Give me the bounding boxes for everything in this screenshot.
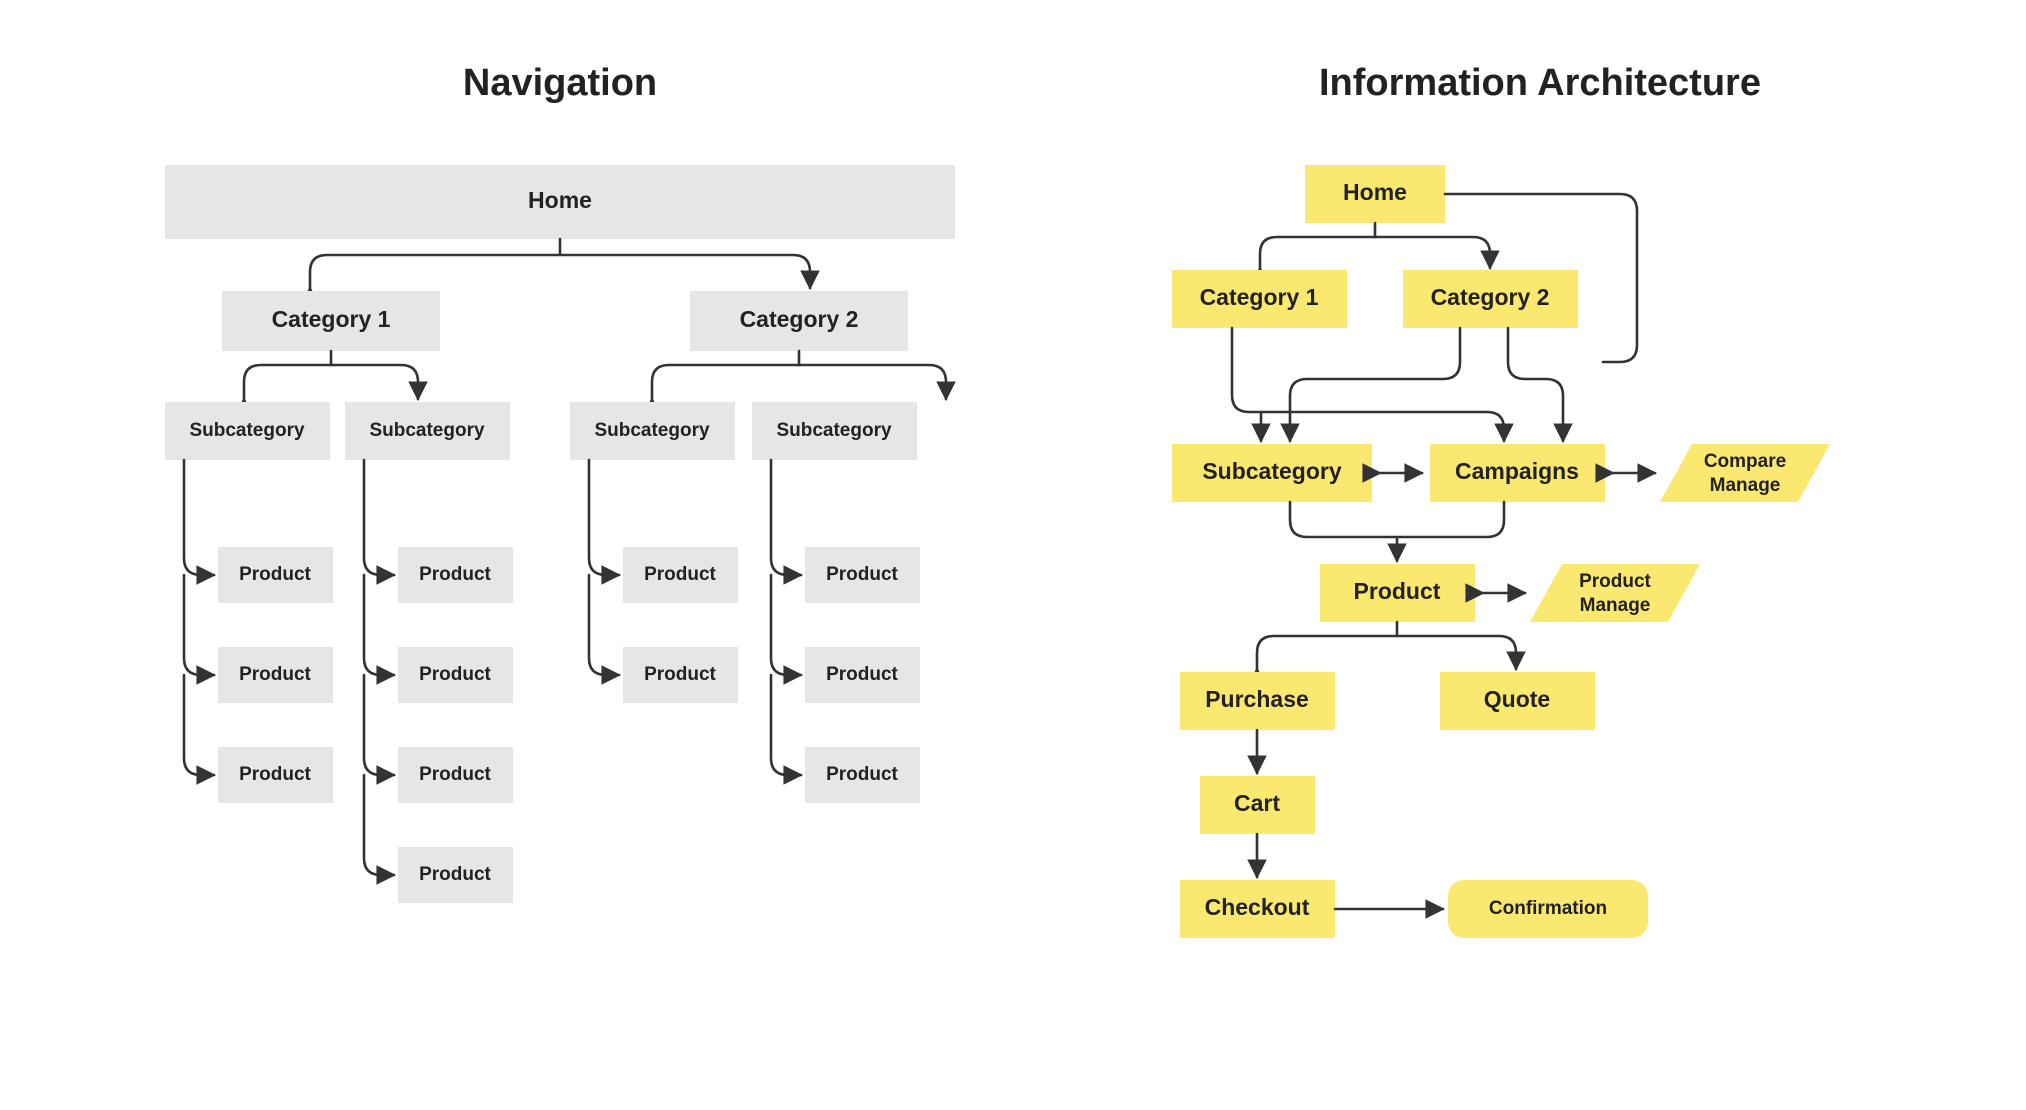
connector [184, 460, 214, 575]
ia-purchase-label: Purchase [1205, 686, 1309, 712]
nav-sub-2: Subcategory [345, 402, 510, 460]
nav-sub-3: Subcategory [570, 402, 735, 460]
ia-cat2-label: Category 2 [1431, 284, 1550, 310]
nav-prod: Product [218, 747, 333, 803]
connector [1290, 328, 1460, 441]
navigation-title: Navigation [463, 62, 657, 104]
nav-prod: Product [398, 847, 513, 903]
ia-panel: Information Architecture Home Category 1… [1172, 62, 1830, 938]
nav-cat1: Category 1 [222, 291, 440, 351]
ia-home: Home [1305, 165, 1445, 223]
ia-cart: Cart [1200, 776, 1315, 834]
connector [364, 775, 394, 875]
ia-quote-label: Quote [1484, 686, 1550, 712]
product-label: Product [239, 764, 311, 785]
nav-sub-4: Subcategory [752, 402, 917, 460]
ia-confirmation: Confirmation [1448, 880, 1648, 938]
nav-prod: Product [805, 547, 920, 603]
nav-col-1: Product Product Product [184, 460, 333, 803]
ia-purchase: Purchase [1180, 672, 1335, 730]
nav-prod: Product [805, 747, 920, 803]
nav-home: Home [165, 165, 955, 239]
connector [244, 365, 418, 399]
ia-cart-label: Cart [1234, 790, 1280, 816]
product-label: Product [826, 764, 898, 785]
ia-cat1-label: Category 1 [1200, 284, 1319, 310]
ia-cat1: Category 1 [1172, 270, 1347, 328]
nav-prod: Product [398, 747, 513, 803]
nav-prod: Product [398, 547, 513, 603]
nav-col-2: Product Product Product Product [364, 460, 513, 903]
ia-cmp2-label: Manage [1710, 475, 1781, 496]
ia-home-label: Home [1343, 179, 1407, 205]
product-label: Product [826, 664, 898, 685]
connector [184, 675, 214, 775]
nav-col-3: Product Product [589, 460, 738, 703]
connector [771, 675, 801, 775]
connector [364, 460, 394, 575]
ia-quote: Quote [1440, 672, 1595, 730]
ia-product-manage: Product Manage [1530, 564, 1700, 622]
nav-prod: Product [623, 647, 738, 703]
ia-checkout-label: Checkout [1205, 894, 1310, 920]
product-label: Product [826, 564, 898, 585]
ia-pm1-label: Product [1579, 571, 1651, 592]
connector [652, 365, 946, 399]
connector [589, 575, 619, 675]
ia-pm2-label: Manage [1580, 595, 1651, 616]
nav-prod: Product [398, 647, 513, 703]
nav-sub-1: Subcategory [165, 402, 330, 460]
ia-prod-label: Product [1354, 578, 1441, 604]
connector [589, 460, 619, 575]
nav-col-4: Product Product Product [771, 460, 920, 803]
product-label: Product [644, 664, 716, 685]
nav-prod: Product [218, 547, 333, 603]
nav-sub-2-label: Subcategory [369, 420, 485, 441]
ia-confirm-label: Confirmation [1489, 898, 1607, 919]
product-label: Product [644, 564, 716, 585]
nav-cat2-label: Category 2 [740, 306, 859, 332]
nav-home-label: Home [528, 187, 592, 213]
ia-subcategory: Subcategory [1172, 444, 1372, 502]
nav-cat2: Category 2 [690, 291, 908, 351]
connector [310, 255, 810, 288]
nav-prod: Product [805, 647, 920, 703]
connector [1508, 328, 1563, 441]
ia-camp-label: Campaigns [1455, 458, 1579, 484]
ia-compare-manage: Compare Manage [1660, 444, 1830, 502]
nav-prod: Product [623, 547, 738, 603]
connector [1257, 636, 1516, 669]
connector [771, 460, 801, 575]
product-label: Product [419, 664, 491, 685]
diagram-canvas: Navigation Home Category 1 Category 2 Su… [0, 0, 2026, 1110]
product-label: Product [239, 664, 311, 685]
nav-prod: Product [218, 647, 333, 703]
connector [364, 675, 394, 775]
navigation-panel: Navigation Home Category 1 Category 2 Su… [165, 62, 955, 903]
ia-sub-label: Subcategory [1202, 458, 1342, 484]
connector [1232, 328, 1504, 441]
ia-cat2: Category 2 [1403, 270, 1578, 328]
product-label: Product [419, 564, 491, 585]
product-label: Product [239, 564, 311, 585]
ia-product: Product [1320, 564, 1475, 622]
connector [364, 575, 394, 675]
nav-cat1-label: Category 1 [272, 306, 391, 332]
nav-sub-1-label: Subcategory [189, 420, 305, 441]
ia-checkout: Checkout [1180, 880, 1335, 938]
connector [1290, 502, 1504, 537]
connector [1260, 237, 1490, 268]
ia-cmp1-label: Compare [1704, 451, 1786, 472]
connector [771, 575, 801, 675]
connector [184, 575, 214, 675]
nav-sub-4-label: Subcategory [776, 420, 892, 441]
ia-campaigns: Campaigns [1430, 444, 1605, 502]
product-label: Product [419, 764, 491, 785]
ia-title: Information Architecture [1319, 62, 1761, 104]
nav-sub-3-label: Subcategory [594, 420, 710, 441]
product-label: Product [419, 864, 491, 885]
